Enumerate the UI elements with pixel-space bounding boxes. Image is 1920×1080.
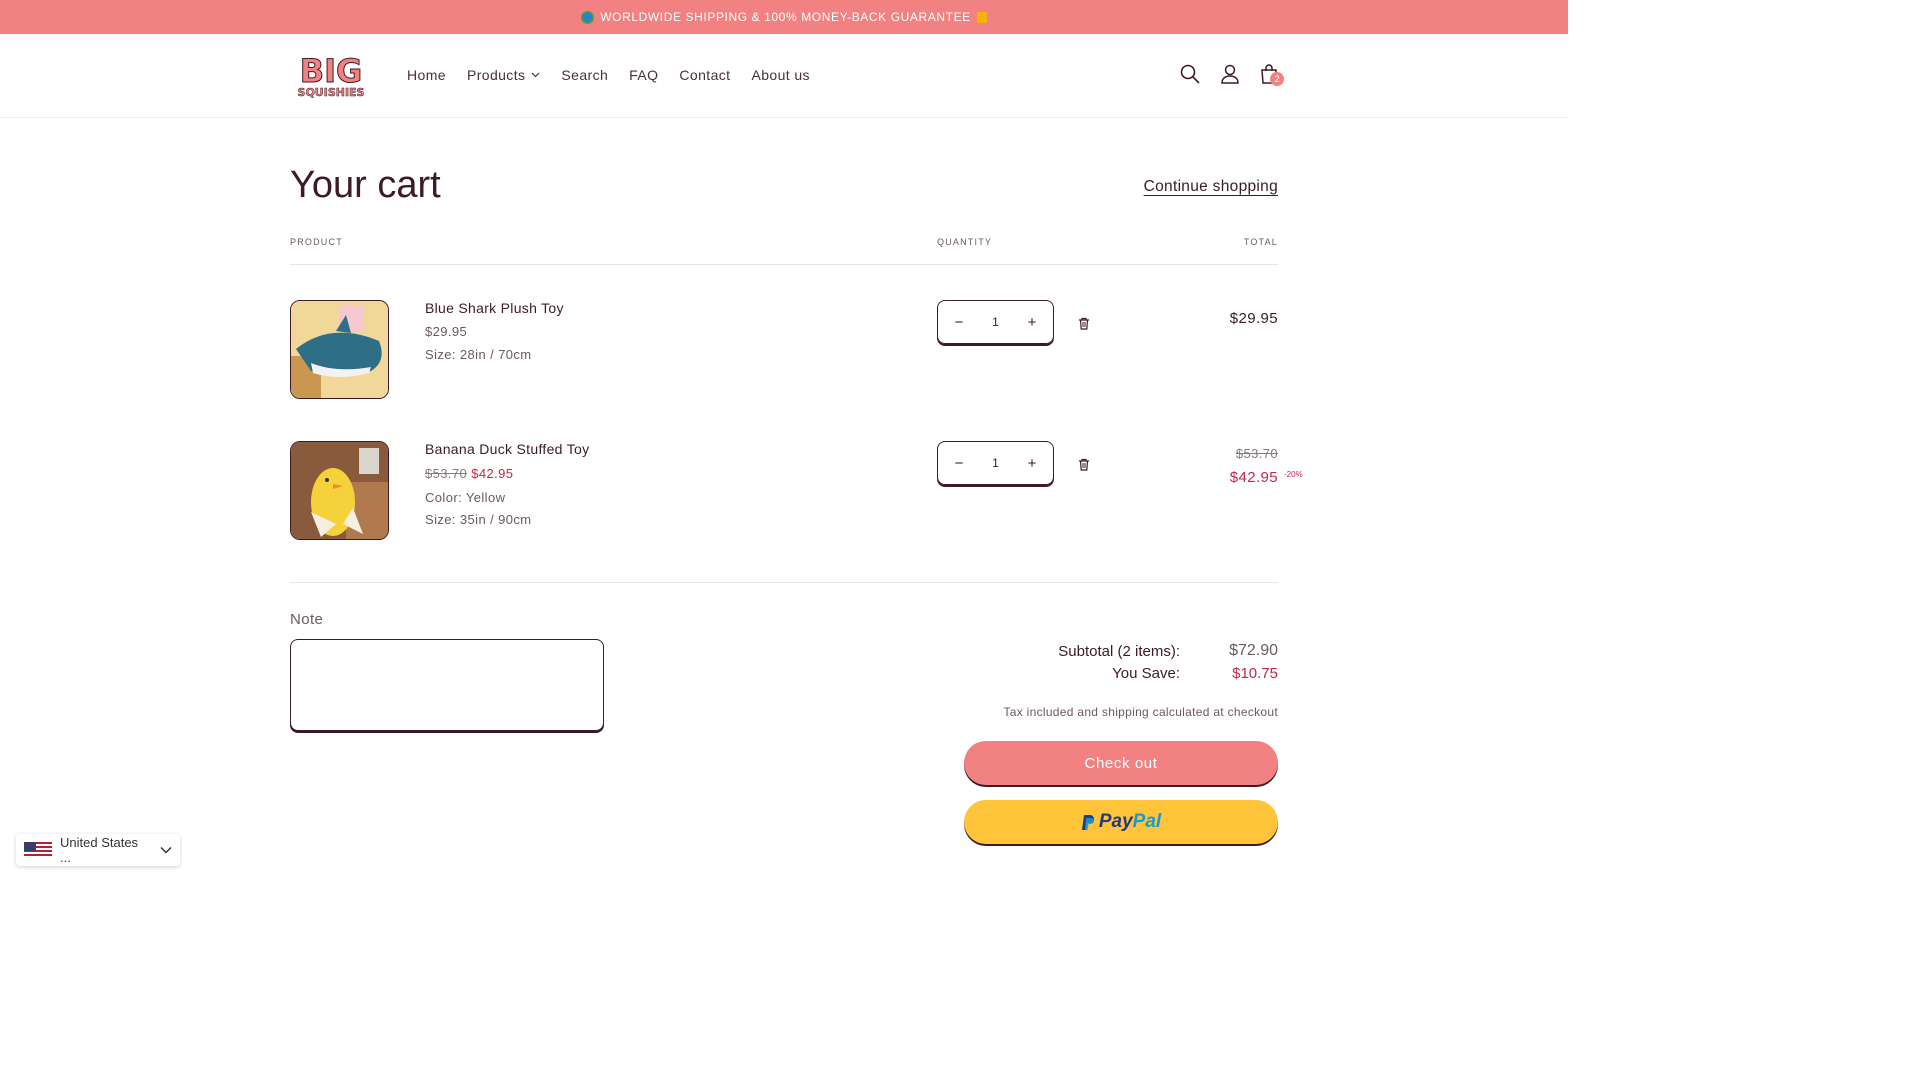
quantity-value[interactable]: 1: [992, 456, 999, 470]
country-value: United States ...: [60, 835, 139, 865]
page-title: Your cart: [290, 164, 441, 206]
announcement-bar: WORLDWIDE SHIPPING & 100% MONEY-BACK GUA…: [0, 0, 1568, 34]
item-name[interactable]: Banana Duck Stuffed Toy: [425, 441, 589, 457]
paypal-label-pay: Pay: [1098, 811, 1133, 832]
continue-shopping-link[interactable]: Continue shopping: [1144, 178, 1278, 196]
chevron-down-icon: [531, 72, 540, 78]
item-sale-price: $42.95: [471, 466, 514, 481]
checkout-button[interactable]: Check out: [964, 741, 1278, 785]
nav-search[interactable]: Search: [561, 67, 608, 83]
site-header: BIG SQUISHIES Home Products Search FAQ C…: [0, 34, 1568, 118]
cart-count-badge: 2: [1270, 72, 1284, 86]
nav-contact[interactable]: Contact: [679, 67, 730, 83]
paypal-icon: [1081, 814, 1094, 830]
item-total: $42.95: [1230, 469, 1278, 486]
search-icon[interactable]: [1179, 63, 1201, 85]
product-image-banana-duck[interactable]: [290, 441, 389, 540]
banana-duck-image: [291, 442, 388, 539]
you-save-value: $10.75: [1232, 665, 1278, 682]
tax-note: Tax included and shipping calculated at …: [1003, 705, 1278, 719]
country-selector[interactable]: United States ...: [16, 834, 180, 866]
svg-text:SQUISHIES: SQUISHIES: [298, 86, 365, 99]
nav-products[interactable]: Products: [467, 67, 540, 83]
item-total: $29.95: [1229, 310, 1278, 327]
nav-products-label: Products: [466, 67, 526, 83]
nav-faq[interactable]: FAQ: [629, 67, 658, 83]
brand-logo[interactable]: BIG SQUISHIES: [290, 52, 372, 100]
column-header-total: TOTAL: [1243, 237, 1278, 247]
chevron-down-icon: [160, 846, 172, 854]
increase-quantity-button[interactable]: +: [1025, 455, 1039, 472]
item-name[interactable]: Blue Shark Plush Toy: [425, 300, 564, 316]
item-price: $29.95: [425, 324, 468, 339]
subtotal-label: Subtotal (2 items):: [1058, 643, 1180, 660]
paypal-button[interactable]: Pay Pal: [964, 800, 1278, 844]
note-label: Note: [290, 611, 324, 628]
you-save-label: You Save:: [1112, 665, 1180, 682]
item-total-sale: $42.95: [1229, 469, 1278, 486]
quantity-value[interactable]: 1: [992, 315, 999, 329]
nav-about[interactable]: About us: [751, 67, 809, 83]
divider: [290, 264, 1278, 265]
column-header-product: PRODUCT: [290, 237, 343, 247]
item-option: Size: 35in / 90cm: [425, 512, 532, 527]
quantity-stepper: − 1 +: [937, 441, 1054, 485]
item-option: Color: Yellow: [425, 490, 506, 505]
announcement-text: WORLDWIDE SHIPPING & 100% MONEY-BACK GUA…: [600, 10, 971, 24]
item-option: Size: 28in / 70cm: [425, 347, 532, 362]
item-total-compare: $53.70: [1236, 446, 1278, 461]
main-nav: Home Products Search FAQ Contact About u…: [407, 67, 831, 83]
item-price-line: $53.70 $42.95: [425, 466, 513, 481]
nav-home[interactable]: Home: [407, 67, 446, 83]
column-header-quantity: QUANTITY: [937, 237, 993, 247]
trash-icon[interactable]: [1078, 458, 1090, 471]
item-compare-price: $53.70: [425, 466, 468, 481]
note-textarea[interactable]: [290, 639, 604, 731]
shark-plush-image: [291, 301, 388, 398]
subtotal-value: $72.90: [1229, 642, 1278, 659]
increase-quantity-button[interactable]: +: [1025, 314, 1039, 331]
item-total-compare-value: $53.70: [1235, 446, 1278, 461]
product-image-shark[interactable]: [290, 300, 389, 399]
decrease-quantity-button[interactable]: −: [952, 455, 966, 472]
decrease-quantity-button[interactable]: −: [952, 314, 966, 331]
account-icon[interactable]: [1219, 63, 1241, 85]
svg-text:BIG: BIG: [300, 52, 363, 90]
quantity-stepper: − 1 +: [937, 300, 1054, 344]
globe-icon: [581, 10, 595, 24]
paypal-label-pal: Pal: [1132, 811, 1162, 832]
divider: [290, 582, 1278, 583]
discount-badge: -20%: [1284, 470, 1303, 479]
us-flag-icon: [24, 842, 52, 858]
trash-icon[interactable]: [1078, 317, 1090, 330]
lock-icon: [976, 11, 987, 23]
